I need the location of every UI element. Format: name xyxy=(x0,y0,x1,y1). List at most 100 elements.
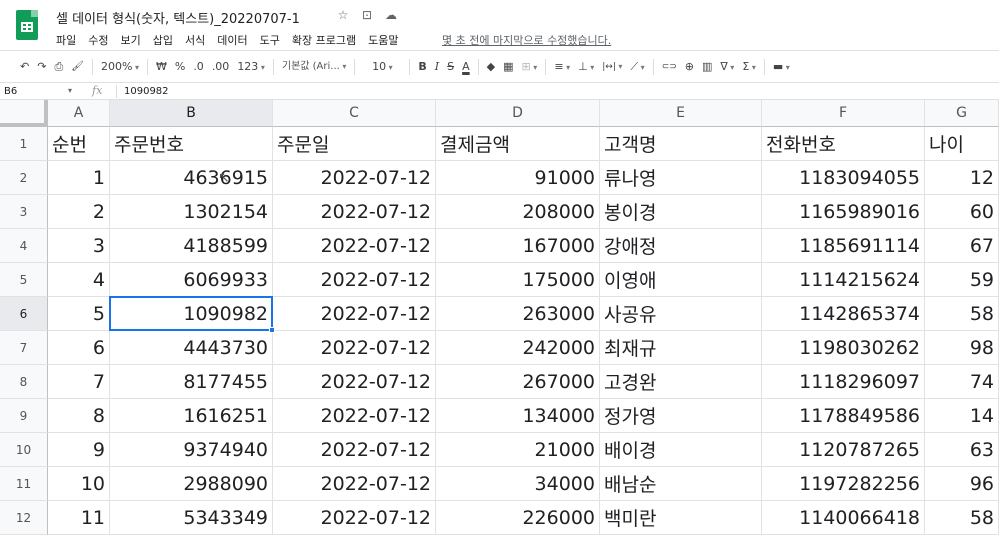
header-cell[interactable]: 주문번호 xyxy=(110,127,273,161)
table-cell[interactable]: 14 xyxy=(925,399,999,433)
table-cell[interactable]: 사공유 xyxy=(600,297,762,331)
table-cell[interactable]: 2022-07-12 xyxy=(273,433,436,467)
table-cell[interactable]: 1118296097 xyxy=(762,365,925,399)
table-cell[interactable]: 11 xyxy=(48,501,110,535)
vertical-align-icon[interactable]: ⊥ xyxy=(574,57,598,77)
text-wrap-icon[interactable]: |↔| xyxy=(598,57,626,77)
table-cell[interactable]: 2 xyxy=(48,195,110,229)
last-edit-link[interactable]: 몇 초 전에 마지막으로 수정했습니다. xyxy=(442,32,611,48)
table-cell[interactable]: 63 xyxy=(925,433,999,467)
table-cell[interactable]: 1140066418 xyxy=(762,501,925,535)
table-cell[interactable]: 2022-07-12 xyxy=(273,161,436,195)
table-cell[interactable]: 74 xyxy=(925,365,999,399)
table-cell[interactable]: 4443730 xyxy=(110,331,273,365)
table-cell[interactable]: 2988090 xyxy=(110,467,273,501)
table-cell[interactable]: 167000 xyxy=(436,229,600,263)
table-cell[interactable]: 이영애 xyxy=(600,263,762,297)
menu-item[interactable]: 데이터 xyxy=(217,32,247,48)
column-header-c[interactable]: C xyxy=(273,100,436,127)
table-cell[interactable]: 12 xyxy=(925,161,999,195)
zoom-select[interactable]: 200% xyxy=(97,57,143,77)
menu-item[interactable]: 삽입 xyxy=(153,32,173,48)
spreadsheet-grid[interactable]: A B C D E F G 1 순번 주문번호 주문일 결제금액 고객명 전화번호 나이 2 1 4636915 2… xyxy=(0,100,999,537)
table-cell[interactable]: 9 xyxy=(48,433,110,467)
column-header-f[interactable]: F xyxy=(762,100,925,127)
row-header[interactable]: 3 xyxy=(0,195,48,229)
table-cell[interactable]: 1198030262 xyxy=(762,331,925,365)
formula-input[interactable]: 1090982 xyxy=(124,86,169,97)
table-cell[interactable]: 봉이경 xyxy=(600,195,762,229)
table-cell[interactable]: 강애정 xyxy=(600,229,762,263)
table-cell[interactable]: 류나영 xyxy=(600,161,762,195)
insert-chart-icon[interactable]: ▥ xyxy=(698,57,716,77)
table-cell[interactable]: 4 xyxy=(48,263,110,297)
font-size-select[interactable]: 10 xyxy=(359,57,405,77)
font-family-select[interactable]: 기본값 (Ari... xyxy=(278,57,351,77)
table-cell[interactable]: 96 xyxy=(925,467,999,501)
italic-button[interactable]: I xyxy=(431,57,443,77)
table-cell[interactable]: 정가영 xyxy=(600,399,762,433)
table-cell[interactable]: 58 xyxy=(925,501,999,535)
merge-cells-icon[interactable]: ⊞ xyxy=(518,57,542,77)
star-icon[interactable]: ☆ xyxy=(336,8,350,22)
text-rotation-icon[interactable]: ⟋ xyxy=(626,57,648,77)
row-header[interactable]: 5 xyxy=(0,263,48,297)
table-cell[interactable]: 67 xyxy=(925,229,999,263)
borders-icon[interactable]: ▦ xyxy=(499,57,517,77)
table-cell[interactable]: 5 xyxy=(48,297,110,331)
table-cell[interactable]: 2022-07-12 xyxy=(273,467,436,501)
row-header[interactable]: 12 xyxy=(0,501,48,535)
table-cell[interactable]: 2022-07-12 xyxy=(273,263,436,297)
menu-item[interactable]: 서식 xyxy=(185,32,205,48)
table-cell[interactable]: 배남순 xyxy=(600,467,762,501)
table-cell[interactable]: 2022-07-12 xyxy=(273,331,436,365)
menu-item[interactable]: 도구 xyxy=(260,32,280,48)
column-header-g[interactable]: G xyxy=(925,100,999,127)
redo-icon[interactable]: ↷ xyxy=(33,57,50,77)
table-cell[interactable]: 10 xyxy=(48,467,110,501)
table-cell[interactable]: 1142865374 xyxy=(762,297,925,331)
insert-comment-icon[interactable]: ⊕ xyxy=(681,57,698,77)
row-header[interactable]: 7 xyxy=(0,331,48,365)
filter-icon[interactable]: ∇ xyxy=(716,57,738,77)
functions-icon[interactable]: Σ xyxy=(738,57,760,77)
table-cell[interactable]: 2022-07-12 xyxy=(273,365,436,399)
table-cell[interactable]: 2022-07-12 xyxy=(273,195,436,229)
table-cell[interactable]: 2022-07-12 xyxy=(273,229,436,263)
menu-item[interactable]: 파일 xyxy=(56,32,76,48)
horizontal-align-icon[interactable]: ≡ xyxy=(550,57,574,77)
table-cell[interactable]: 6069933 xyxy=(110,263,273,297)
percent-format-button[interactable]: % xyxy=(171,57,189,77)
table-cell[interactable]: 백미란 xyxy=(600,501,762,535)
cloud-status-icon[interactable]: ☁ xyxy=(384,8,398,22)
table-cell[interactable]: 2022-07-12 xyxy=(273,501,436,535)
increase-decimal-button[interactable]: .00 xyxy=(208,57,234,77)
currency-format-button[interactable]: ₩ xyxy=(152,57,171,77)
column-header-a[interactable]: A xyxy=(48,100,110,127)
column-header-d[interactable]: D xyxy=(436,100,600,127)
table-cell[interactable]: 최재규 xyxy=(600,331,762,365)
table-cell[interactable]: 1090982 xyxy=(110,297,273,331)
table-cell[interactable]: 2022-07-12 xyxy=(273,399,436,433)
table-cell[interactable]: 4636915 xyxy=(110,161,273,195)
paint-format-icon[interactable]: 🖌 xyxy=(67,57,88,77)
table-cell[interactable]: 1114215624 xyxy=(762,263,925,297)
table-cell[interactable]: 고경완 xyxy=(600,365,762,399)
row-header[interactable]: 8 xyxy=(0,365,48,399)
text-color-button[interactable]: A xyxy=(458,57,474,77)
header-cell[interactable]: 전화번호 xyxy=(762,127,925,161)
decrease-decimal-button[interactable]: .0 xyxy=(189,57,208,77)
table-cell[interactable]: 134000 xyxy=(436,399,600,433)
bold-button[interactable]: B xyxy=(414,57,430,77)
menu-item[interactable]: 확장 프로그램 xyxy=(292,32,356,48)
table-cell[interactable]: 9374940 xyxy=(110,433,273,467)
undo-icon[interactable]: ↶ xyxy=(16,57,33,77)
table-cell[interactable]: 267000 xyxy=(436,365,600,399)
row-header[interactable]: 2 xyxy=(0,161,48,195)
table-cell[interactable]: 배이경 xyxy=(600,433,762,467)
table-cell[interactable]: 226000 xyxy=(436,501,600,535)
document-title[interactable]: 셀 데이터 형식(숫자, 텍스트)_20220707-1 xyxy=(56,8,300,27)
table-cell[interactable]: 1302154 xyxy=(110,195,273,229)
strikethrough-button[interactable]: S xyxy=(443,57,458,77)
table-cell[interactable]: 7 xyxy=(48,365,110,399)
